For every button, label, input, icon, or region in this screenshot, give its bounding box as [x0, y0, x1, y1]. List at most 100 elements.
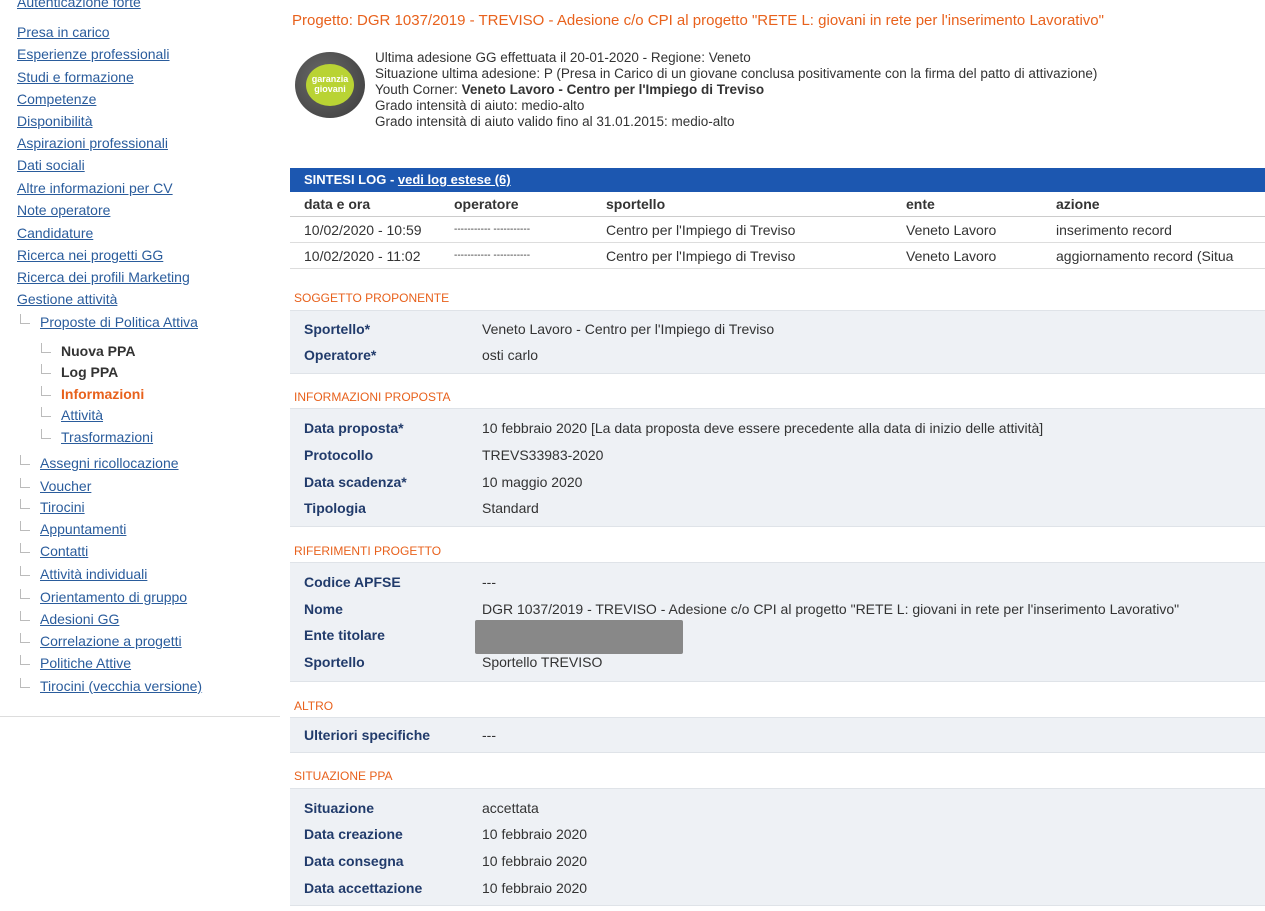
cell: aggiornamento record (Situa: [1056, 242, 1265, 269]
field-label: Data consegna: [304, 853, 404, 869]
situazione-panel: Situazione accettata Data creazione 10 feb…: [290, 788, 1265, 906]
section-title-riferimenti: RIFERIMENTI PROGETTO: [294, 544, 442, 558]
log-header: SINTESI LOG - vedi log estese (6): [290, 168, 1265, 192]
sidebar-item-tirocini-vecchia[interactable]: Tirocini (vecchia versione): [40, 678, 202, 694]
sidebar: Autenticazione forte Presa in carico Esp…: [0, 0, 280, 717]
table-row: 10/02/2020 - 11:02 ----------- ---------…: [290, 242, 1265, 269]
field-value: 10 febbraio 2020: [482, 880, 588, 896]
sidebar-item-ricerca-marketing[interactable]: Ricerca dei profili Marketing: [17, 269, 190, 285]
sidebar-item-attivita[interactable]: Attività: [61, 407, 103, 423]
soggetto-panel: Sportello* Veneto Lavoro - Centro per l'I…: [290, 310, 1265, 374]
sidebar-item-informazioni[interactable]: Informazioni: [61, 386, 144, 402]
youth-corner-label: Youth Corner:: [375, 82, 462, 97]
sidebar-item-disponibilita[interactable]: Disponibilità: [17, 113, 92, 129]
cell: Veneto Lavoro: [906, 216, 1056, 243]
youth-corner-value: Veneto Lavoro - Centro per l'Impiego di …: [461, 82, 765, 97]
log-table-header: data e ora operatore sportello ente azio…: [290, 192, 1265, 217]
sidebar-item-dati-sociali[interactable]: Dati sociali: [17, 157, 85, 173]
main-content: Progetto: DGR 1037/2019 - TREVISO - Ades…: [290, 0, 1265, 911]
page-title: Progetto: DGR 1037/2019 - TREVISO - Ades…: [292, 12, 1104, 29]
field-label: Codice APFSE: [304, 574, 401, 590]
sidebar-item-nuova-ppa[interactable]: Nuova PPA: [61, 343, 135, 359]
sidebar-item-note[interactable]: Note operatore: [17, 202, 110, 218]
tree-connector-icon: [20, 455, 30, 465]
field-value: TREVS33983-2020: [482, 447, 604, 463]
sidebar-item-adesioni-gg[interactable]: Adesioni GG: [40, 611, 119, 627]
sidebar-item-competenze[interactable]: Competenze: [17, 91, 96, 107]
cell: Veneto Lavoro: [906, 242, 1056, 269]
cell: 10/02/2020 - 10:59: [290, 216, 454, 243]
sidebar-item-orientamento[interactable]: Orientamento di gruppo: [40, 589, 187, 605]
sidebar-item-trasformazioni[interactable]: Trasformazioni: [61, 429, 153, 445]
gg-info-line: Ultima adesione GG effettuata il 20-01-2…: [375, 50, 751, 65]
field-value: accettata: [482, 800, 539, 816]
extended-log-link[interactable]: vedi log estese (6): [398, 172, 511, 187]
sidebar-item-presa-in-carico[interactable]: Presa in carico: [17, 24, 110, 40]
cell: Centro per l'Impiego di Treviso: [606, 216, 906, 243]
field-value: 10 maggio 2020: [482, 474, 583, 490]
col-header: azione: [1056, 192, 1265, 217]
tree-connector-icon: [20, 543, 30, 553]
sidebar-item-voucher[interactable]: Voucher: [40, 478, 91, 494]
cell: inserimento record: [1056, 216, 1265, 243]
field-value: Veneto Lavoro - Centro per l'Impiego di …: [482, 321, 775, 337]
field-value: ---: [482, 727, 496, 743]
sidebar-item-politiche-attive[interactable]: Politiche Attive: [40, 655, 131, 671]
field-value: Standard: [482, 500, 539, 516]
sidebar-item-contatti[interactable]: Contatti: [40, 543, 88, 559]
field-label: Ulteriori specifiche: [304, 727, 431, 743]
field-label: Situazione: [304, 800, 375, 816]
log-summary: SINTESI LOG - vedi log estese (6) data e…: [290, 168, 1265, 269]
field-label: Data scadenza*: [304, 474, 407, 490]
sidebar-item-candidature[interactable]: Candidature: [17, 225, 93, 241]
gg-info-line: Situazione ultima adesione: P (Presa in …: [375, 66, 1098, 81]
log-title: SINTESI LOG -: [304, 172, 398, 187]
col-header: sportello: [606, 192, 906, 217]
cell: ----------- -----------: [454, 216, 606, 243]
sidebar-item-tirocini[interactable]: Tirocini: [40, 499, 85, 515]
tree-connector-icon: [20, 499, 30, 509]
riferimenti-panel: Codice APFSE --- Nome DGR 1037/2019 - TREV…: [290, 562, 1265, 682]
tree-connector-icon: [20, 633, 30, 643]
field-label: Data accettazione: [304, 880, 423, 896]
field-label: Data creazione: [304, 826, 403, 842]
field-label: Nome: [304, 601, 343, 617]
tree-connector-icon: [20, 478, 30, 488]
sidebar-item-esperienze[interactable]: Esperienze professionali: [17, 46, 170, 62]
tree-connector-icon: [20, 566, 30, 576]
tree-connector-icon: [41, 364, 51, 374]
sidebar-item-proposte[interactable]: Proposte di Politica Attiva: [40, 314, 198, 330]
sidebar-item-log-ppa[interactable]: Log PPA: [61, 364, 118, 380]
sidebar-item-altre-info[interactable]: Altre informazioni per CV: [17, 180, 173, 196]
tree-connector-icon: [41, 343, 51, 353]
sidebar-item-studi[interactable]: Studi e formazione: [17, 69, 134, 85]
field-label: Operatore*: [304, 347, 377, 363]
tree-connector-icon: [20, 655, 30, 665]
field-value: 10 febbraio 2020 [La data proposta deve …: [482, 420, 1044, 436]
section-title-altro: ALTRO: [294, 699, 334, 713]
sidebar-item-appuntamenti[interactable]: Appuntamenti: [40, 521, 126, 537]
field-value: 10 febbraio 2020: [482, 826, 588, 842]
informazioni-panel: Data proposta* 10 febbraio 2020 [La data …: [290, 408, 1265, 527]
cell: ----------- -----------: [454, 242, 606, 269]
gg-info: Ultima adesione GG effettuata il 20-01-2…: [375, 50, 1097, 130]
sidebar-item-correlazione[interactable]: Correlazione a progetti: [40, 633, 182, 649]
gg-info-line: Grado intensità di aiuto: medio-alto: [375, 98, 585, 113]
garanzia-giovani-logo-text: garanzia giovani: [306, 64, 354, 106]
sidebar-item-aspirazioni[interactable]: Aspirazioni professionali: [17, 135, 168, 151]
sidebar-item-gestione-attivita[interactable]: Gestione attività: [17, 291, 117, 307]
log-table: data e ora operatore sportello ente azio…: [290, 192, 1265, 269]
tree-connector-icon: [41, 407, 51, 417]
section-title-situazione: SITUAZIONE PPA: [294, 769, 393, 783]
field-label: Sportello*: [304, 321, 371, 337]
altro-panel: Ulteriori specifiche ---: [290, 717, 1265, 753]
sidebar-item-assegni[interactable]: Assegni ricollocazione: [40, 455, 179, 471]
gg-info-line: Grado intensità di aiuto valido fino al …: [375, 114, 735, 129]
section-title-soggetto: SOGGETTO PROPONENTE: [294, 291, 450, 305]
sidebar-item-attivita-individuali[interactable]: Attività individuali: [40, 566, 147, 582]
table-row: 10/02/2020 - 10:59 ----------- ---------…: [290, 216, 1265, 243]
sidebar-item-autenticazione[interactable]: Autenticazione forte: [17, 0, 141, 12]
tree-connector-icon: [41, 386, 51, 396]
tree-connector-icon: [20, 521, 30, 531]
sidebar-item-ricerca-gg[interactable]: Ricerca nei progetti GG: [17, 247, 163, 263]
